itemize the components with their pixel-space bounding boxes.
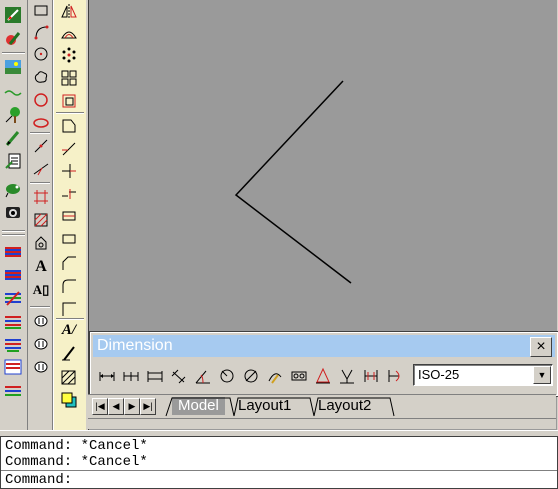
draw-toolbar: A A▯ — [28, 0, 53, 430]
command-window[interactable]: Command: *Cancel* Command: *Cancel* Comm… — [0, 436, 558, 489]
modify-toolbar: A/ — [53, 0, 86, 430]
chamfer-icon[interactable] — [58, 228, 80, 249]
stretch-icon[interactable] — [58, 115, 80, 136]
field-icon[interactable] — [30, 356, 52, 377]
arc-icon[interactable] — [30, 21, 52, 42]
table-icon[interactable] — [30, 186, 52, 207]
left-toolbar — [0, 0, 28, 430]
diameter-dim-icon[interactable] — [241, 366, 261, 386]
baseline-dim-icon[interactable] — [121, 366, 141, 386]
layers-icon[interactable] — [2, 356, 24, 377]
explode-icon[interactable] — [58, 275, 80, 296]
prev-tab-icon: ◀ — [112, 401, 120, 411]
multiline-text-icon[interactable]: A — [30, 256, 52, 277]
wave-line-icon[interactable] — [2, 82, 24, 103]
dim-edit-icon[interactable] — [385, 366, 405, 386]
point-icon[interactable] — [30, 135, 52, 156]
document-icon[interactable] — [2, 150, 24, 171]
quick-leader-icon[interactable] — [361, 366, 381, 386]
close-button[interactable]: × — [530, 337, 552, 357]
dimension-toolbar-titlebar[interactable]: Dimension × — [93, 335, 555, 357]
layers-icon[interactable] — [2, 287, 24, 308]
array-rect-icon[interactable] — [58, 67, 80, 88]
layout-tab-bar: |◀ ◀ ▶ ▶| Model Layout1 Layout2 — [88, 394, 556, 419]
prev-tab-button[interactable]: ◀ — [108, 398, 124, 415]
last-tab-icon: ▶| — [143, 401, 153, 411]
ordinate-dim-icon[interactable] — [289, 366, 309, 386]
ellipse-icon[interactable] — [30, 112, 52, 133]
offset-icon[interactable] — [58, 22, 80, 43]
trim-icon[interactable] — [58, 138, 80, 159]
center-mark-icon[interactable] — [337, 366, 357, 386]
text-icon[interactable]: A▯ — [30, 279, 52, 300]
break-icon[interactable] — [58, 183, 80, 204]
tab-outline — [165, 397, 395, 417]
dimension-toolbar: Dimension × ISO-25 ▼ — [89, 331, 558, 397]
layers-icon[interactable] — [2, 264, 24, 285]
command-history-line: Command: *Cancel* — [5, 438, 148, 454]
dimension-toolbar-title: Dimension — [97, 337, 173, 354]
drawn-polyline — [234, 80, 352, 284]
pen-edit-icon[interactable]: A/ — [58, 320, 80, 341]
draw-pencil-icon[interactable] — [2, 28, 24, 49]
hatch-icon[interactable] — [30, 209, 52, 230]
layer-color-icon[interactable] — [58, 389, 80, 410]
first-tab-button[interactable]: |◀ — [92, 398, 108, 415]
scale-icon[interactable] — [58, 90, 80, 111]
first-tab-icon: |◀ — [95, 401, 105, 411]
fillet-icon[interactable] — [58, 252, 80, 273]
ellipse-icon[interactable] — [30, 333, 52, 354]
xline-icon[interactable] — [30, 158, 52, 179]
circle-icon[interactable] — [30, 89, 52, 110]
last-tab-button[interactable]: ▶| — [140, 398, 156, 415]
command-history-line: Command: *Cancel* — [5, 454, 148, 470]
edit-pen-icon[interactable] — [2, 4, 24, 25]
close-icon: × — [536, 338, 546, 355]
circle-icon[interactable] — [30, 43, 52, 64]
next-tab-button[interactable]: ▶ — [124, 398, 140, 415]
command-divider — [1, 470, 557, 471]
layers-icon[interactable] — [2, 310, 24, 331]
chevron-down-icon[interactable]: ▼ — [533, 366, 551, 384]
hatch-edit-icon[interactable] — [58, 366, 80, 387]
layers-icon[interactable] — [2, 379, 24, 400]
command-prompt[interactable]: Command: — [5, 472, 72, 488]
array-icon[interactable] — [58, 44, 80, 65]
angular-dim-icon[interactable] — [193, 366, 213, 386]
continue-dim-icon[interactable] — [145, 366, 165, 386]
extend-icon[interactable] — [58, 160, 80, 181]
linear-dim-icon[interactable] — [97, 366, 117, 386]
mirror-icon[interactable] — [58, 0, 80, 21]
text-style-icon[interactable] — [58, 298, 80, 319]
arc-length-icon[interactable] — [265, 366, 285, 386]
dimstyle-select[interactable]: ISO-25 ▼ — [413, 364, 553, 386]
wipeout-icon[interactable] — [30, 310, 52, 331]
tree-icon[interactable] — [2, 104, 24, 125]
aligned-dim-icon[interactable] — [169, 366, 189, 386]
radius-dim-icon[interactable] — [217, 366, 237, 386]
rectangle-icon[interactable] — [30, 0, 52, 21]
join-icon[interactable] — [58, 205, 80, 226]
revcloud-icon[interactable] — [30, 66, 52, 87]
next-tab-icon: ▶ — [128, 401, 136, 411]
tolerance-icon[interactable] — [313, 366, 333, 386]
region-icon[interactable] — [30, 232, 52, 253]
layers-icon[interactable] — [2, 333, 24, 354]
pen-icon[interactable] — [2, 127, 24, 148]
camera-icon[interactable] — [2, 201, 24, 222]
image-icon[interactable] — [2, 56, 24, 77]
hatch-edit-icon[interactable] — [58, 342, 80, 363]
bird-icon[interactable] — [2, 178, 24, 199]
horizontal-scrollbar[interactable] — [88, 418, 556, 429]
layers-icon[interactable] — [2, 241, 24, 262]
dimstyle-select-value: ISO-25 — [418, 367, 460, 382]
